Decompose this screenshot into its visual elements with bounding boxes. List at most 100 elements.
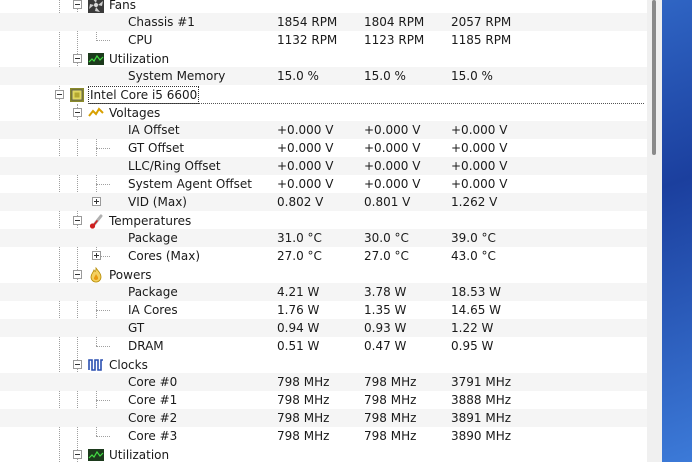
sensor-max: +0.000 V (451, 141, 508, 155)
sensor-name: IA Offset (128, 123, 180, 137)
sensor-max: 43.0 °C (451, 249, 496, 263)
sensor-value: 798 MHz (277, 393, 330, 407)
collapse-toggle[interactable] (73, 108, 82, 117)
sensor-name: Core #1 (128, 393, 178, 407)
sensor-name: GT (128, 321, 145, 335)
group-label: Temperatures (109, 214, 192, 228)
sensor-min: 1123 RPM (364, 33, 425, 47)
expand-toggle[interactable] (92, 251, 101, 260)
sensor-row-chassis1[interactable]: Chassis #1 1854 RPM 1804 RPM 2057 RPM (0, 13, 647, 31)
sensor-value: +0.000 V (277, 141, 334, 155)
group-label: Voltages (109, 106, 161, 120)
group-row-cpu-utilization[interactable]: Utilization (0, 446, 647, 462)
power-flame-icon (90, 267, 102, 283)
sensor-max: +0.000 V (451, 177, 508, 191)
sensor-value: 31.0 °C (277, 231, 322, 245)
group-row-temperatures[interactable]: Temperatures (0, 212, 647, 230)
sensor-min: 1.35 W (364, 303, 407, 317)
sensor-value: +0.000 V (277, 159, 334, 173)
sensor-value: 0.802 V (277, 195, 324, 209)
sensor-row-ia-offset[interactable]: IA Offset +0.000 V +0.000 V +0.000 V (0, 121, 647, 139)
sensor-row-temp-package[interactable]: Package 31.0 °C 30.0 °C 39.0 °C (0, 229, 647, 247)
sensor-row-system-memory[interactable]: System Memory 15.0 % 15.0 % 15.0 % (0, 67, 647, 85)
cpu-chip-icon (70, 88, 84, 102)
sensor-name: LLC/Ring Offset (128, 159, 221, 173)
sensor-min: 30.0 °C (364, 231, 409, 245)
sensor-row-core0[interactable]: Core #0 798 MHz 798 MHz 3791 MHz (0, 373, 647, 391)
sensor-min: +0.000 V (364, 123, 421, 137)
sensor-row-power-package[interactable]: Package 4.21 W 3.78 W 18.53 W (0, 283, 647, 301)
sensor-min: 27.0 °C (364, 249, 409, 263)
collapse-toggle[interactable] (73, 0, 82, 9)
device-row-cpu[interactable]: Intel Core i5 6600 (0, 86, 647, 104)
collapse-toggle[interactable] (73, 450, 82, 459)
collapse-toggle[interactable] (73, 54, 82, 63)
sensor-row-core2[interactable]: Core #2 798 MHz 798 MHz 3891 MHz (0, 409, 647, 427)
sensor-max: 0.95 W (451, 339, 494, 353)
sensor-name: Chassis #1 (128, 15, 195, 29)
sensor-max: 1185 RPM (451, 33, 512, 47)
sensor-min: 15.0 % (364, 69, 406, 83)
sensor-max: 1.22 W (451, 321, 494, 335)
collapse-toggle[interactable] (73, 360, 82, 369)
sensor-min: 0.801 V (364, 195, 411, 209)
sensor-row-power-gt[interactable]: GT 0.94 W 0.93 W 1.22 W (0, 319, 647, 337)
utilization-icon (88, 449, 104, 461)
scrollbar-thumb[interactable] (652, 0, 656, 155)
sensor-name: Core #3 (128, 429, 178, 443)
sensor-min: +0.000 V (364, 141, 421, 155)
collapse-toggle[interactable] (73, 270, 82, 279)
sensor-min: +0.000 V (364, 177, 421, 191)
sensor-max: 3791 MHz (451, 375, 512, 389)
sensor-name: IA Cores (128, 303, 178, 317)
group-row-fans[interactable]: Fans (0, 0, 647, 14)
sensor-row-vid-max[interactable]: VID (Max) 0.802 V 0.801 V 1.262 V (0, 193, 647, 211)
sensor-row-gt-offset[interactable]: GT Offset +0.000 V +0.000 V +0.000 V (0, 139, 647, 157)
expand-toggle[interactable] (92, 197, 101, 206)
sensor-row-llc-ring-offset[interactable]: LLC/Ring Offset +0.000 V +0.000 V +0.000… (0, 157, 647, 175)
hwmonitor-window: Fans Chassis #1 1854 RPM 1804 RPM 2057 R… (0, 0, 662, 462)
sensor-tree[interactable]: Fans Chassis #1 1854 RPM 1804 RPM 2057 R… (0, 0, 647, 462)
sensor-name: GT Offset (128, 141, 185, 155)
sensor-min: 0.47 W (364, 339, 407, 353)
sensor-row-power-dram[interactable]: DRAM 0.51 W 0.47 W 0.95 W (0, 337, 647, 355)
sensor-name: Package (128, 231, 178, 245)
sensor-name: Core #0 (128, 375, 178, 389)
sensor-name: Cores (Max) (128, 249, 201, 263)
sensor-max: 3890 MHz (451, 429, 512, 443)
sensor-value: 4.21 W (277, 285, 320, 299)
clock-wave-icon (88, 359, 103, 371)
group-label: Utilization (109, 448, 170, 462)
sensor-value: 1132 RPM (277, 33, 338, 47)
group-row-clocks[interactable]: Clocks (0, 356, 647, 374)
sensor-min: 798 MHz (364, 375, 417, 389)
group-row-utilization[interactable]: Utilization (0, 50, 647, 68)
sensor-max: 1.262 V (451, 195, 498, 209)
sensor-min: 0.93 W (364, 321, 407, 335)
sensor-value: 0.51 W (277, 339, 320, 353)
sensor-max: 3888 MHz (451, 393, 512, 407)
sensor-value: 798 MHz (277, 411, 330, 425)
vertical-scrollbar[interactable] (647, 0, 662, 462)
sensor-max: 18.53 W (451, 285, 502, 299)
sensor-value: 1.76 W (277, 303, 320, 317)
sensor-row-core1[interactable]: Core #1 798 MHz 798 MHz 3888 MHz (0, 391, 647, 409)
sensor-value: 798 MHz (277, 429, 330, 443)
sensor-row-core3[interactable]: Core #3 798 MHz 798 MHz 3890 MHz (0, 427, 647, 445)
sensor-row-system-agent-offset[interactable]: System Agent Offset +0.000 V +0.000 V +0… (0, 175, 647, 193)
sensor-value: 27.0 °C (277, 249, 322, 263)
sensor-value: 1854 RPM (277, 15, 338, 29)
sensor-min: 1804 RPM (364, 15, 425, 29)
sensor-row-cpu-fan[interactable]: CPU 1132 RPM 1123 RPM 1185 RPM (0, 31, 647, 49)
collapse-toggle[interactable] (73, 216, 82, 225)
collapse-toggle[interactable] (55, 90, 64, 99)
sensor-max: 39.0 °C (451, 231, 496, 245)
sensor-name: DRAM (128, 339, 164, 353)
group-label: Powers (109, 268, 152, 282)
sensor-max: 2057 RPM (451, 15, 512, 29)
group-row-voltages[interactable]: Voltages (0, 104, 647, 122)
sensor-row-power-ia-cores[interactable]: IA Cores 1.76 W 1.35 W 14.65 W (0, 301, 647, 319)
sensor-row-temp-cores-max[interactable]: Cores (Max) 27.0 °C 27.0 °C 43.0 °C (0, 247, 647, 265)
group-row-powers[interactable]: Powers (0, 266, 647, 284)
sensor-name: CPU (128, 33, 153, 47)
